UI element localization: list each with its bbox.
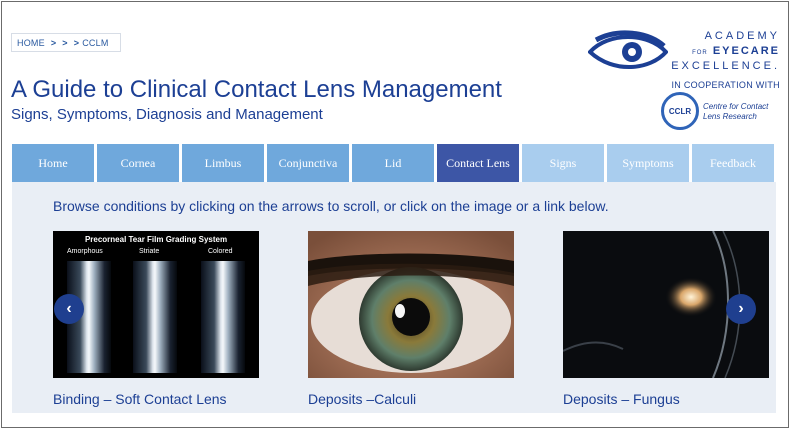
breadcrumb-current[interactable]: CCLM bbox=[82, 38, 108, 48]
tab-symptoms[interactable]: Symptoms bbox=[607, 144, 689, 182]
condition-card-binding[interactable]: Precorneal Tear Film Grading System Amor… bbox=[53, 231, 259, 407]
logo-line-for: FOR bbox=[692, 50, 708, 56]
condition-link-fungus[interactable]: Deposits – Fungus bbox=[563, 391, 769, 407]
cclr-name: Centre for Contact Lens Research bbox=[703, 102, 768, 122]
image-label-striate: Striate bbox=[139, 248, 160, 255]
logo-eyecare-word: EYECARE bbox=[712, 45, 780, 57]
next-arrow-button[interactable]: › bbox=[726, 294, 756, 324]
logo-line-eyecare: FOR EYECARE bbox=[692, 45, 780, 57]
image-label-colored: Colored bbox=[208, 248, 233, 255]
breadcrumb-separator[interactable]: > bbox=[62, 38, 67, 48]
eye-photo-illustration bbox=[308, 231, 514, 378]
condition-card-calculi[interactable]: Deposits –Calculi bbox=[308, 231, 514, 407]
tab-conjunctiva[interactable]: Conjunctiva bbox=[267, 144, 349, 182]
tab-limbus[interactable]: Limbus bbox=[182, 144, 264, 182]
tab-lid[interactable]: Lid bbox=[352, 144, 434, 182]
tear-film-strip-colored bbox=[201, 261, 245, 373]
breadcrumb-separator[interactable]: > bbox=[51, 38, 56, 48]
browse-instructions: Browse conditions by clicking on the arr… bbox=[53, 198, 609, 214]
main-nav: Home Cornea Limbus Conjunctiva Lid Conta… bbox=[12, 144, 776, 182]
tab-cornea[interactable]: Cornea bbox=[97, 144, 179, 182]
prev-arrow-button[interactable]: ‹ bbox=[54, 294, 84, 324]
breadcrumb-separator: > bbox=[73, 37, 80, 48]
breadcrumb-home[interactable]: HOME bbox=[17, 38, 45, 48]
breadcrumb: HOME > > > CCLM bbox=[11, 33, 121, 52]
page-frame: HOME > > > CCLM A Guide to Clinical Cont… bbox=[1, 1, 789, 428]
condition-image-calculi[interactable] bbox=[308, 231, 514, 378]
cooperation-label: IN COOPERATION WITH bbox=[671, 80, 780, 90]
page-title: A Guide to Clinical Contact Lens Managem… bbox=[11, 76, 502, 103]
condition-link-binding[interactable]: Binding – Soft Contact Lens bbox=[53, 391, 259, 407]
academy-logo[interactable]: ACADEMY FOR EYECARE EXCELLENCE. IN COOPE… bbox=[588, 26, 784, 136]
tear-film-strip-striate bbox=[133, 261, 177, 373]
condition-image-binding[interactable]: Precorneal Tear Film Grading System Amor… bbox=[53, 231, 259, 378]
eye-logo-icon bbox=[588, 30, 668, 69]
image-grading-title: Precorneal Tear Film Grading System bbox=[84, 235, 228, 244]
cclr-name-line2: Lens Research bbox=[703, 112, 757, 121]
page-subtitle: Signs, Symptoms, Diagnosis and Managemen… bbox=[11, 106, 323, 123]
condition-link-calculi[interactable]: Deposits –Calculi bbox=[308, 391, 514, 407]
tab-contact-lens[interactable]: Contact Lens bbox=[437, 144, 519, 182]
tab-home[interactable]: Home bbox=[12, 144, 94, 182]
logo-line-excellence: EXCELLENCE. bbox=[671, 60, 780, 72]
cclr-logo-icon: CCLR bbox=[661, 92, 699, 130]
carousel-panel: Browse conditions by clicking on the arr… bbox=[12, 182, 776, 413]
tab-signs[interactable]: Signs bbox=[522, 144, 604, 182]
logo-line-academy: ACADEMY bbox=[704, 30, 780, 42]
cclr-name-line1: Centre for Contact bbox=[703, 102, 769, 111]
tab-feedback[interactable]: Feedback bbox=[692, 144, 774, 182]
image-label-amorphous: Amorphous bbox=[67, 248, 103, 255]
